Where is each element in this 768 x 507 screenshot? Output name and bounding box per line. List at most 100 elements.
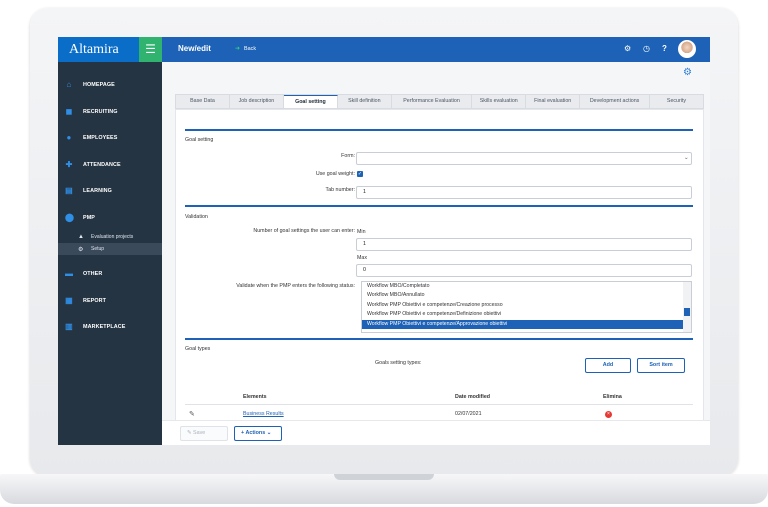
status-option[interactable]: Workflow MBO/Completato	[362, 282, 689, 291]
chevron-down-icon: ⌄	[265, 430, 272, 436]
section-divider	[185, 205, 693, 207]
section-title-goal-types: Goal types	[185, 346, 211, 352]
tab-final-evaluation[interactable]: Final evaluation	[526, 95, 581, 108]
sidebar-item-pmp[interactable]: ⬤ PMP	[58, 205, 162, 232]
num-goals-label: Number of goal settings the user can ent…	[253, 228, 355, 234]
table-header-divider	[185, 404, 693, 405]
tab-skill-definition[interactable]: Skill definition	[338, 95, 392, 108]
row-date: 02/07/2021	[455, 411, 482, 417]
status-option-selected[interactable]: Workflow PMP Obiettivi e competenze/Appr…	[362, 319, 689, 329]
row-element-link[interactable]: Business Results	[243, 411, 284, 417]
status-label: Validate when the PMP enters the followi…	[236, 283, 355, 289]
page-title: New/edit	[178, 44, 211, 53]
save-button[interactable]: ✎ Save	[180, 426, 228, 441]
status-option[interactable]: Workflow PMP Obiettivi e competenze/Crea…	[362, 301, 689, 310]
sidebar-item-report[interactable]: ▦ REPORT	[58, 288, 162, 315]
column-header-date-modified: Date modified	[455, 394, 491, 400]
marketplace-icon: ▥	[65, 322, 73, 332]
scrollbar-thumb[interactable]	[684, 308, 690, 316]
panel-body: Goal setting Form: ⌄ Use goal weight: ✓ …	[175, 109, 704, 445]
help-icon[interactable]: ?	[662, 44, 667, 53]
status-option[interactable]: Workflow MBO/Annullato	[362, 291, 689, 300]
section-title-validation: Validation	[185, 214, 208, 220]
form-select[interactable]	[356, 152, 692, 165]
clock-icon[interactable]: ◷	[643, 44, 650, 53]
tab-security[interactable]: Security	[650, 95, 703, 108]
delete-icon[interactable]: ×	[605, 411, 612, 418]
footer-bar: ✎ Save + Actions ⌄	[162, 420, 710, 445]
sidebar-sub-label: Setup	[91, 246, 105, 252]
menu-toggle-icon[interactable]: ☰	[139, 37, 162, 62]
section-divider	[185, 338, 693, 340]
form-label: Form:	[341, 153, 355, 159]
section-title-goal-setting: Goal setting	[185, 137, 214, 143]
report-icon: ▦	[65, 295, 73, 305]
sidebar-item-recruiting[interactable]: ◼ RECRUITING	[58, 99, 162, 126]
status-option[interactable]: Workflow PMP Obiettivi e competenze/Defi…	[362, 310, 689, 319]
people-icon: ●	[66, 133, 72, 143]
edit-icon[interactable]: ✎	[189, 410, 195, 418]
sidebar-item-label: EMPLOYEES	[83, 135, 118, 142]
min-label: Min	[357, 229, 366, 235]
learning-icon: ▤	[65, 186, 73, 196]
sidebar-sub-setup[interactable]: ⚙ Setup	[58, 243, 162, 255]
tab-development-actions[interactable]: Development actions	[580, 95, 650, 108]
sidebar-item-label: REPORT	[83, 297, 107, 304]
sidebar-item-label: HOMEPAGE	[83, 82, 115, 89]
sidebar-item-other[interactable]: ▬ OTHER	[58, 261, 162, 288]
settings-icon[interactable]: ⚙	[624, 44, 631, 53]
sidebar-item-learning[interactable]: ▤ LEARNING	[58, 178, 162, 205]
back-button[interactable]: ➜ Back	[235, 45, 256, 52]
tab-skills-evaluation[interactable]: Skills evaluation	[472, 95, 527, 108]
tab-job-description[interactable]: Job description	[230, 95, 284, 108]
attendance-icon: ✚	[65, 159, 73, 169]
setup-icon: ⚙	[78, 246, 84, 253]
tab-number-input[interactable]: 1	[356, 186, 692, 199]
add-button[interactable]: Add	[585, 358, 631, 373]
listbox-scrollbar[interactable]	[683, 282, 691, 332]
sidebar-item-homepage[interactable]: ⌂ HOMEPAGE	[58, 72, 162, 99]
sort-item-button[interactable]: Sort item	[637, 358, 685, 373]
section-divider	[185, 129, 693, 131]
top-bar: New/edit ➜ Back ⚙ ◷ ?	[162, 37, 710, 62]
use-goal-weight-checkbox[interactable]: ✓	[357, 171, 363, 177]
max-label: Max	[357, 255, 368, 261]
users-icon: ◼	[65, 106, 73, 116]
sidebar-item-label: MARKETPLACE	[83, 324, 126, 331]
back-label: Back	[244, 46, 257, 52]
min-input[interactable]: 1	[356, 238, 692, 251]
app-screen: Altamira ☰ ⌂ HOMEPAGE ◼ RECRUITING ● EMPLOY…	[58, 37, 710, 445]
sidebar-item-label: ATTENDANCE	[83, 161, 121, 168]
goal-settings-types-label: Goals setting types:	[375, 360, 422, 366]
save-label: Save	[193, 430, 206, 436]
avatar[interactable]	[678, 40, 696, 58]
rocket-icon: ▲	[78, 234, 84, 240]
sidebar-item-employees[interactable]: ● EMPLOYEES	[58, 125, 162, 152]
sidebar: Altamira ☰ ⌂ HOMEPAGE ◼ RECRUITING ● EMPLOY…	[58, 37, 162, 445]
tab-base-data[interactable]: Base Data	[176, 95, 230, 108]
tab-bar: Base Data Job description Goal setting S…	[175, 94, 704, 109]
gear-icon[interactable]: ⚙	[683, 67, 692, 78]
status-listbox[interactable]: Workflow MBO/Completato Workflow MBO/Ann…	[361, 281, 692, 333]
use-goal-weight-label: Use goal weight:	[315, 171, 355, 177]
column-header-elimina: Elimina	[603, 394, 622, 400]
sidebar-item-label: PMP	[83, 214, 95, 221]
tab-number-label: Tab number:	[325, 187, 355, 193]
tab-goal-setting[interactable]: Goal setting	[283, 95, 338, 108]
sidebar-sub-evaluation-projects[interactable]: ▲ Evaluation projects	[58, 231, 162, 243]
laptop-notch	[334, 474, 434, 480]
sidebar-item-label: LEARNING	[83, 188, 112, 195]
pmp-icon: ⬤	[65, 212, 75, 222]
max-input[interactable]: 0	[356, 264, 692, 277]
sidebar-item-marketplace[interactable]: ▥ MARKETPLACE	[58, 314, 162, 341]
chevron-down-icon: ⌄	[684, 155, 689, 161]
home-icon: ⌂	[66, 80, 72, 90]
actions-label: Actions	[245, 430, 266, 436]
column-header-elements: Elements	[243, 394, 267, 400]
sidebar-item-label: OTHER	[83, 271, 103, 278]
actions-button[interactable]: + Actions ⌄	[234, 426, 282, 441]
sidebar-item-attendance[interactable]: ✚ ATTENDANCE	[58, 152, 162, 179]
other-icon: ▬	[65, 269, 74, 279]
tab-performance-evaluation[interactable]: Performance Evaluation	[392, 95, 473, 108]
back-arrow-icon: ➜	[235, 46, 241, 52]
